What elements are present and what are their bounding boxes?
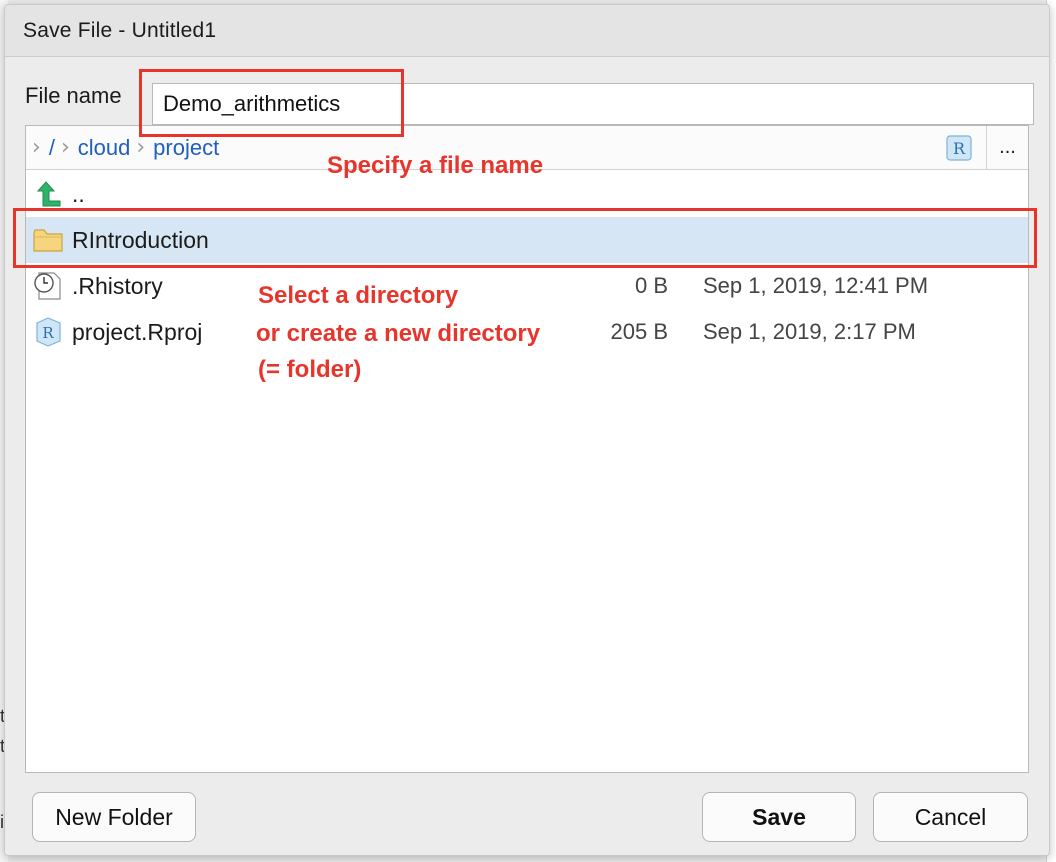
svg-text:R: R bbox=[42, 324, 54, 342]
dialog-titlebar: Save File - Untitled1 bbox=[5, 5, 1049, 57]
file-modified: Sep 1, 2019, 2:17 PM bbox=[703, 319, 916, 344]
chevron-right-icon: › bbox=[32, 135, 41, 160]
file-name: .Rhistory bbox=[72, 272, 163, 299]
file-name: .. bbox=[72, 180, 85, 207]
svg-text:R: R bbox=[953, 139, 966, 158]
new-folder-button[interactable]: New Folder bbox=[32, 792, 196, 842]
file-modified: Sep 1, 2019, 12:41 PM bbox=[703, 273, 929, 298]
file-name: project.Rproj bbox=[72, 318, 203, 345]
save-button[interactable]: Save bbox=[702, 792, 856, 842]
directory-annotation-line2: or create a new directory bbox=[256, 320, 541, 347]
file-name-row: File name bbox=[25, 83, 136, 109]
history-file-icon bbox=[34, 272, 61, 300]
directory-annotation-box bbox=[13, 208, 1037, 268]
breadcrumb-root[interactable]: / bbox=[49, 135, 55, 161]
parent-directory-arrow-icon bbox=[36, 181, 61, 207]
browse-more-button[interactable]: ... bbox=[986, 126, 1028, 169]
list-item-file[interactable]: .Rhistory 0 B Sep 1, 2019, 12:41 PM bbox=[26, 263, 1028, 309]
chevron-right-icon: › bbox=[136, 135, 146, 160]
filename-annotation-box bbox=[139, 69, 404, 137]
rproj-go-icon[interactable]: R bbox=[944, 134, 974, 162]
file-size: 205 B bbox=[610, 319, 669, 344]
filename-annotation-text: Specify a file name bbox=[327, 152, 544, 179]
chevron-right-icon: › bbox=[60, 135, 70, 160]
directory-annotation-line3: (= folder) bbox=[258, 356, 362, 383]
rproj-icon: R bbox=[36, 317, 61, 347]
cancel-button[interactable]: Cancel bbox=[873, 792, 1028, 842]
file-name-label: File name bbox=[25, 83, 122, 108]
breadcrumb-item-project[interactable]: project bbox=[153, 135, 219, 161]
dialog-title: Save File - Untitled1 bbox=[23, 18, 217, 42]
file-size: 0 B bbox=[634, 273, 668, 298]
breadcrumb-item-cloud[interactable]: cloud bbox=[78, 135, 131, 161]
directory-annotation-line1: Select a directory bbox=[258, 282, 459, 309]
